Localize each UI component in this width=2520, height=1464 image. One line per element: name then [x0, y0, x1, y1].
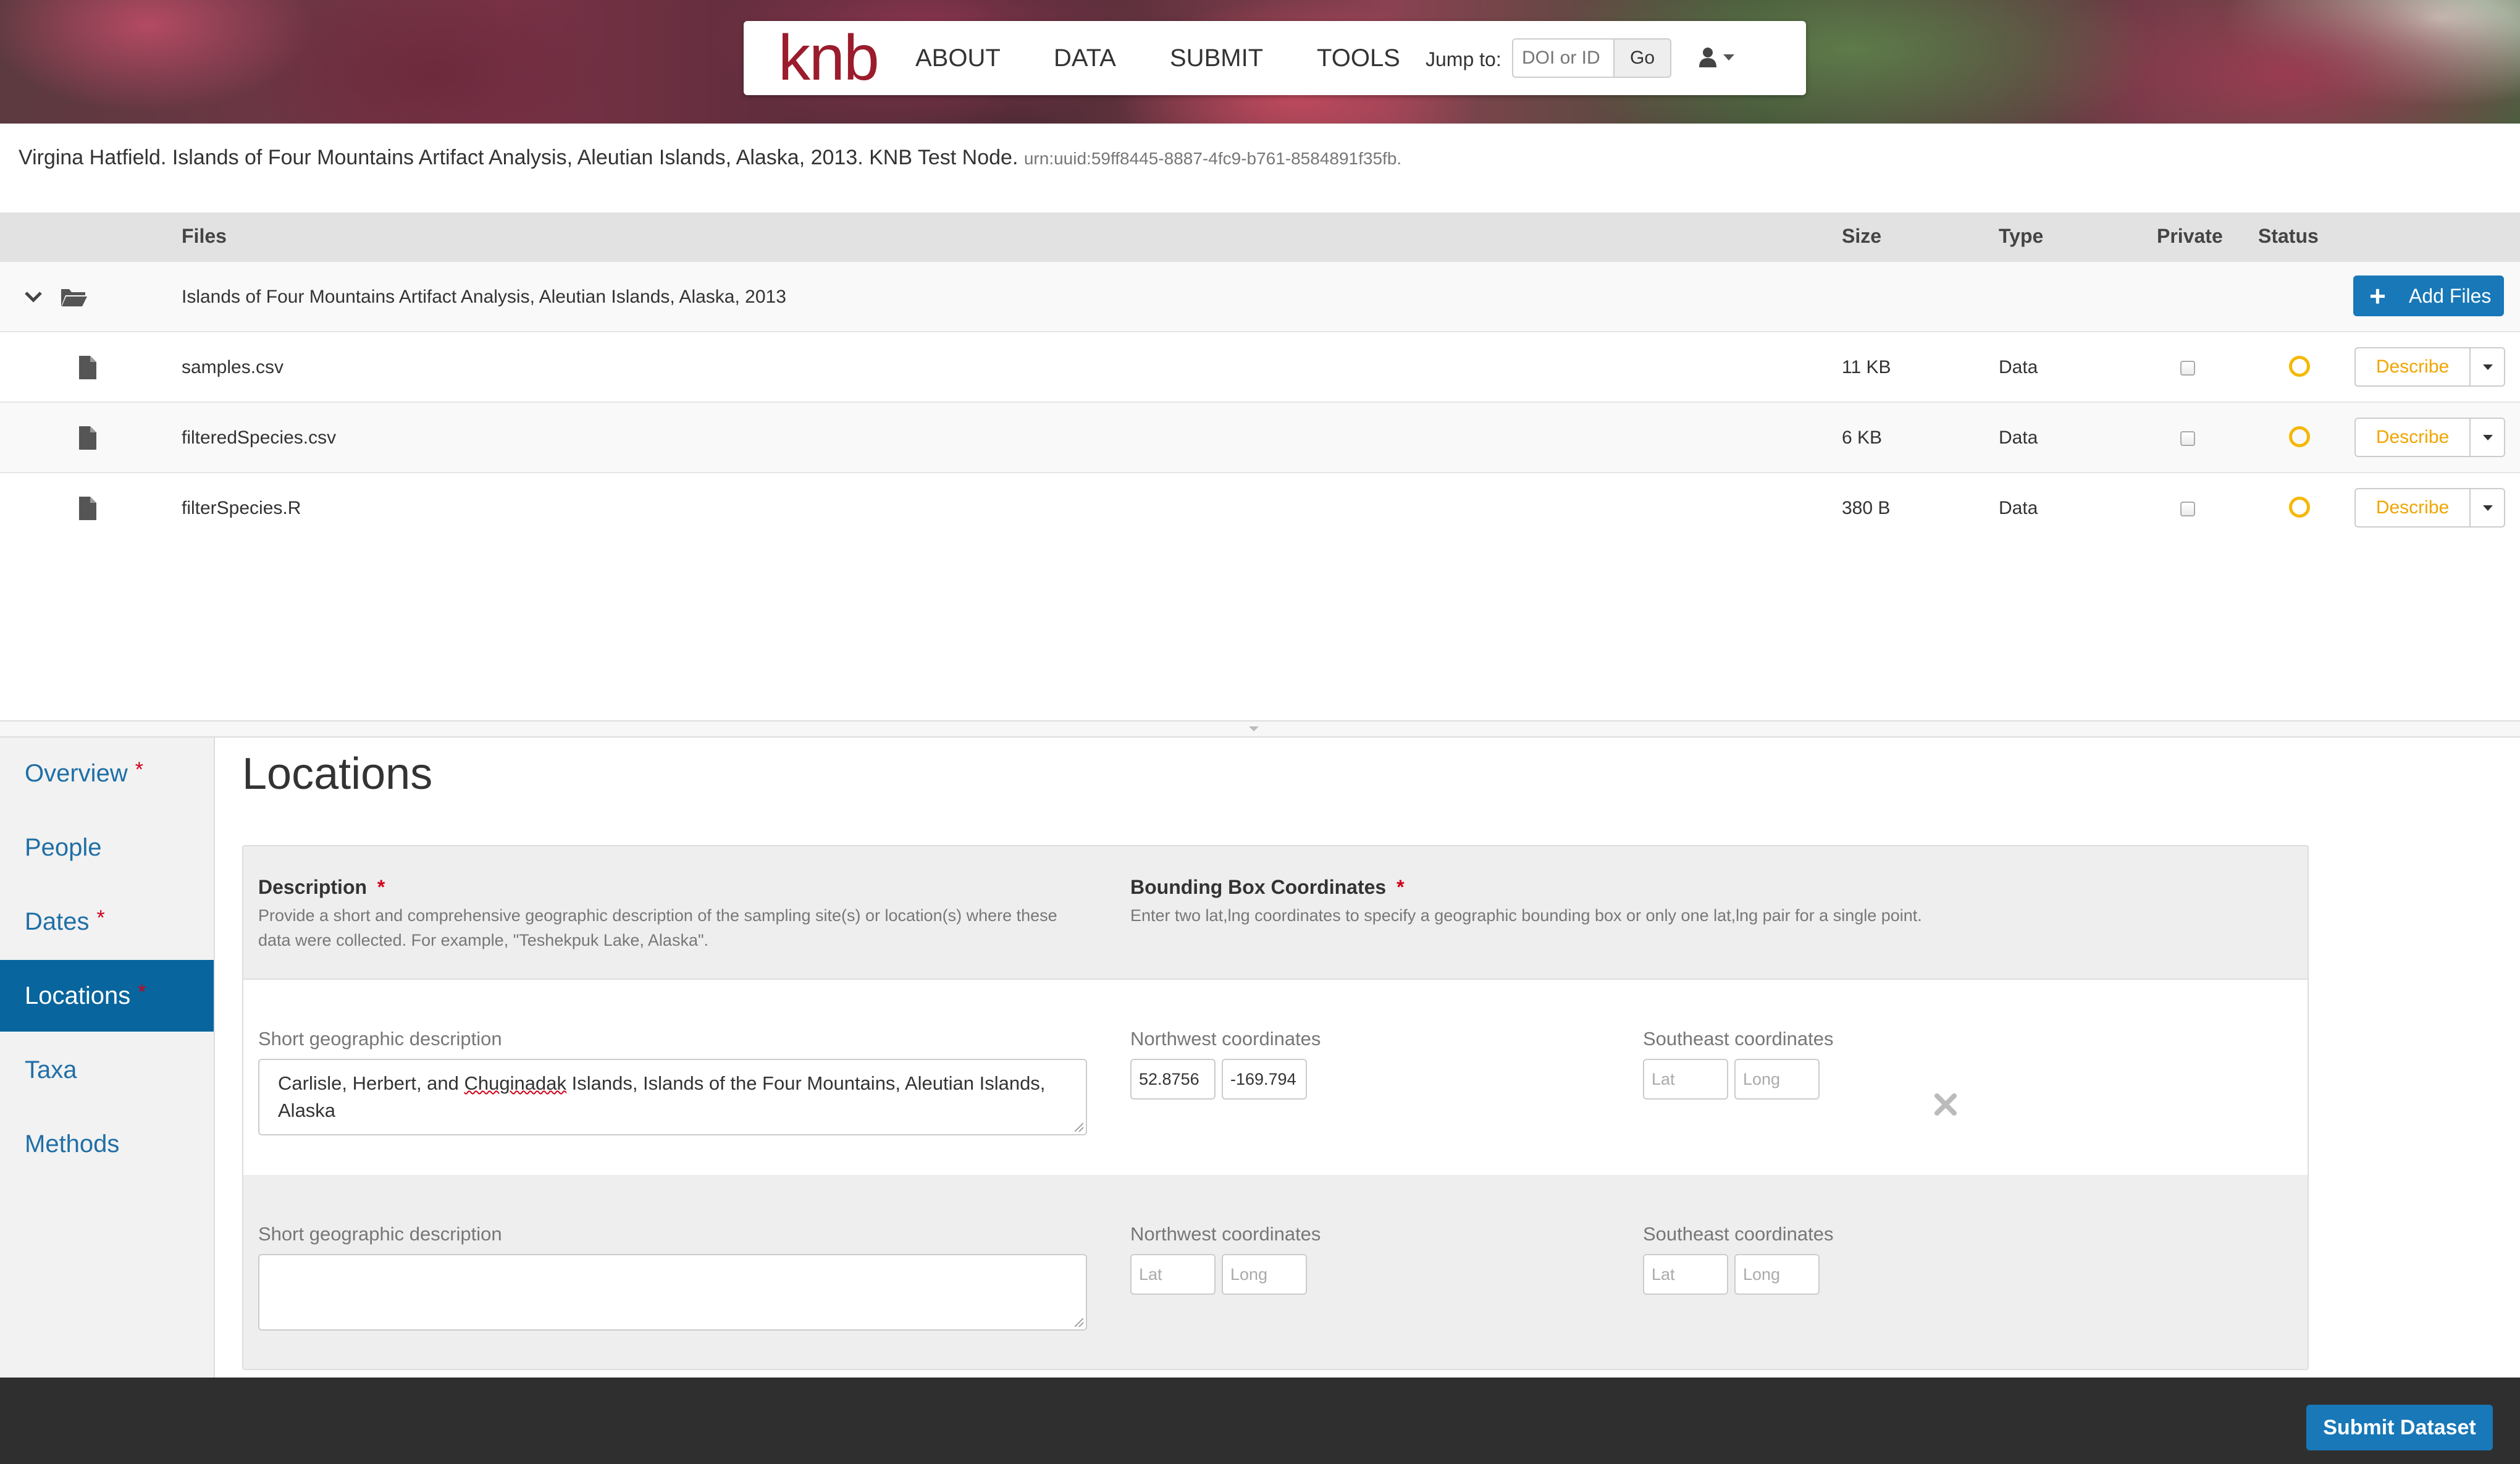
sidebar-item-taxa[interactable]: Taxa [0, 1034, 214, 1106]
file-row: samples.csv 11 KB Data Describe [0, 332, 2520, 403]
sidebar-item-people[interactable]: People [0, 812, 214, 883]
resize-handle-icon[interactable] [1075, 1123, 1083, 1132]
nw-lat-input[interactable]: Lat [1130, 1254, 1216, 1295]
nav-about[interactable]: ABOUT [915, 44, 1001, 72]
status-pending-icon [2289, 426, 2310, 447]
go-button[interactable]: Go [1615, 38, 1671, 78]
file-icon [79, 426, 96, 450]
jump-to-label: Jump to: [1426, 48, 1502, 70]
file-name[interactable]: filteredSpecies.csv [182, 427, 336, 448]
knb-logo[interactable]: knb [778, 26, 880, 90]
sidebar-item-methods[interactable]: Methods [0, 1108, 214, 1180]
top-navbar: knb ABOUT DATA SUBMIT TOOLS Jump to: Go [744, 21, 1806, 95]
status-pending-icon [2289, 497, 2310, 518]
file-icon [79, 497, 96, 520]
file-size: 380 B [1842, 498, 1891, 518]
status-pending-icon [2289, 356, 2310, 377]
nav-tools[interactable]: TOOLS [1317, 44, 1400, 72]
caret-down-icon [1723, 54, 1734, 61]
nw-coords-label: Northwest coordinates [1130, 1028, 1321, 1050]
nw-long-input[interactable]: -169.794 [1222, 1059, 1307, 1100]
short-desc-textarea[interactable]: Carlisle, Herbert, and Chuginadak Island… [258, 1059, 1087, 1135]
folder-open-icon [61, 289, 87, 306]
locations-panel-header: Description * Provide a short and compre… [243, 846, 2308, 980]
file-name[interactable]: samples.csv [182, 357, 284, 378]
file-name[interactable]: filterSpecies.R [182, 498, 301, 519]
se-coords-label: Southeast coordinates [1643, 1223, 1834, 1245]
col-type: Type [1999, 225, 2044, 247]
describe-button[interactable]: Describe [2354, 347, 2471, 387]
grip-icon [1249, 726, 1259, 731]
file-size: 11 KB [1842, 357, 1891, 377]
bbox-heading: Bounding Box Coordinates * [1130, 876, 1405, 898]
private-checkbox[interactable] [2180, 502, 2195, 516]
package-name: Islands of Four Mountains Artifact Analy… [182, 287, 786, 307]
citation-text: Virgina Hatfield. Islands of Four Mounta… [19, 146, 1018, 169]
package-row: Islands of Four Mountains Artifact Analy… [0, 262, 2520, 332]
sidebar-item-locations[interactable]: Locations * [0, 960, 214, 1032]
describe-dropdown-toggle[interactable] [2471, 418, 2505, 457]
header-banner: knb ABOUT DATA SUBMIT TOOLS Jump to: Go [0, 0, 2520, 124]
col-files: Files [182, 225, 227, 247]
file-type: Data [1999, 498, 2038, 518]
describe-button[interactable]: Describe [2354, 418, 2471, 457]
sidebar-item-overview[interactable]: Overview * [0, 738, 214, 809]
section-title: Locations [242, 749, 433, 799]
remove-location-icon[interactable] [1933, 1092, 1958, 1117]
nav-submit[interactable]: SUBMIT [1170, 44, 1263, 72]
editor-footer: Submit Dataset [0, 1378, 2520, 1464]
se-long-input[interactable]: Long [1734, 1254, 1820, 1295]
resize-handle-icon[interactable] [1075, 1318, 1083, 1327]
add-files-button[interactable]: + Add Files [2353, 276, 2504, 316]
nav-data[interactable]: DATA [1054, 44, 1116, 72]
se-lat-input[interactable]: Lat [1643, 1254, 1728, 1295]
chevron-down-icon[interactable] [25, 292, 42, 303]
locations-panel: Description * Provide a short and compre… [242, 845, 2309, 1370]
col-private: Private [2157, 225, 2223, 247]
plus-icon: + [2369, 280, 2386, 312]
location-entry: Short geographic description Northwest c… [243, 1175, 2308, 1369]
private-checkbox[interactable] [2180, 361, 2195, 376]
file-row: filterSpecies.R 380 B Data Describe [0, 473, 2520, 544]
file-type: Data [1999, 427, 2038, 448]
short-desc-label: Short geographic description [258, 1223, 502, 1245]
col-size: Size [1842, 225, 1882, 247]
sidebar-item-dates[interactable]: Dates * [0, 886, 214, 957]
citation-urn: urn:uuid:59ff8445-8887-4fc9-b761-8584891… [1023, 149, 1402, 168]
se-coords-label: Southeast coordinates [1643, 1028, 1834, 1050]
describe-dropdown-toggle[interactable] [2471, 488, 2505, 528]
nw-long-input[interactable]: Long [1222, 1254, 1307, 1295]
location-entry: Short geographic description Carlisle, H… [243, 980, 2308, 1175]
se-lat-input[interactable]: Lat [1643, 1059, 1728, 1100]
panel-resize-divider[interactable] [0, 720, 2520, 738]
file-size: 6 KB [1842, 427, 1883, 448]
description-heading: Description * [258, 876, 385, 898]
se-long-input[interactable]: Long [1734, 1059, 1820, 1100]
private-checkbox[interactable] [2180, 431, 2195, 446]
jump-to-input[interactable] [1512, 38, 1615, 78]
bbox-help: Enter two lat,lng coordinates to specify… [1130, 906, 1922, 925]
dataset-citation: Virgina Hatfield. Islands of Four Mounta… [19, 146, 1401, 170]
describe-dropdown-toggle[interactable] [2471, 347, 2505, 387]
nw-coords-label: Northwest coordinates [1130, 1223, 1321, 1245]
user-menu-toggle[interactable] [1697, 46, 1747, 70]
short-desc-textarea[interactable] [258, 1254, 1087, 1331]
description-help: Provide a short and comprehensive geogra… [258, 906, 1057, 949]
short-desc-label: Short geographic description [258, 1028, 502, 1050]
user-icon [1699, 48, 1716, 67]
file-row: filteredSpecies.csv 6 KB Data Describe [0, 403, 2520, 473]
editor-sidebar: Overview * People Dates * Locations * Taxa … [0, 738, 215, 1378]
describe-button[interactable]: Describe [2354, 488, 2471, 528]
col-status: Status [2258, 225, 2319, 247]
file-table-header: Files Size Type Private Status [0, 212, 2520, 262]
nw-lat-input[interactable]: 52.8756 [1130, 1059, 1216, 1100]
file-type: Data [1999, 357, 2038, 377]
file-icon [79, 356, 96, 379]
submit-dataset-button[interactable]: Submit Dataset [2306, 1405, 2493, 1450]
